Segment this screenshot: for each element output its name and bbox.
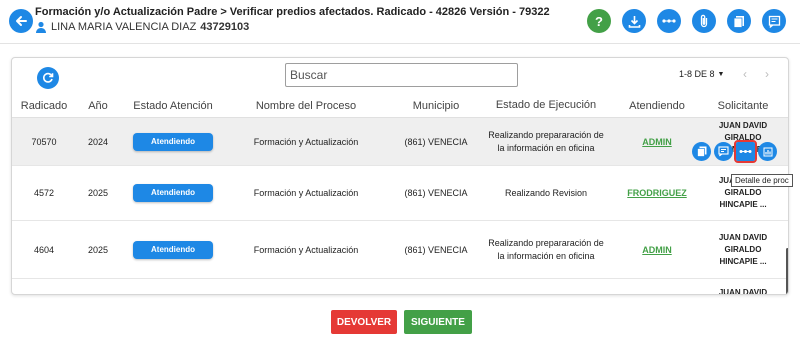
pagination-select[interactable]: 1-8 DE 8 ▼ <box>679 69 724 79</box>
more-button[interactable] <box>657 9 681 33</box>
col-header-solicitante[interactable]: Solicitante <box>708 100 778 112</box>
row-detail-button[interactable] <box>734 140 757 163</box>
cell-solicitante: JUAN DAVID <box>718 288 768 295</box>
document-icon <box>733 15 744 28</box>
breadcrumb-separator: > <box>220 6 227 18</box>
status-button[interactable]: Atendiendo <box>133 240 213 259</box>
cell-anio: 2024 <box>87 136 109 147</box>
col-header-estado-ejecucion[interactable]: Estado de Ejecución <box>486 99 606 112</box>
caret-down-icon: ▼ <box>717 70 725 78</box>
prev-page-button[interactable]: ‹ <box>743 67 747 81</box>
col-header-anio[interactable]: Año <box>76 100 120 112</box>
cell-municipio: (861) VENECIA <box>404 244 468 255</box>
download-icon <box>628 15 640 28</box>
help-icon: ? <box>595 13 603 29</box>
cell-estado: Atendiendo <box>120 184 226 202</box>
assignee-link[interactable]: FRODRIGUEZ <box>627 188 687 198</box>
resize-handle-icon[interactable]: ⋯⋯ <box>290 343 306 347</box>
next-page-button[interactable]: › <box>765 67 769 81</box>
table-row[interactable]: 4604 2025 Atendiendo Formación y Actuali… <box>12 221 788 279</box>
cell-municipio: (861) VENECIA <box>404 188 468 198</box>
row-detail-tooltip: Detalle de proc <box>731 174 793 187</box>
breadcrumb-parent: Formación y/o Actualización Padre <box>35 6 218 18</box>
pagination-label: 1-8 DE 8 <box>679 69 715 79</box>
search-input[interactable] <box>285 63 518 87</box>
col-header-nombre-proceso[interactable]: Nombre del Proceso <box>226 100 386 112</box>
documents-button[interactable] <box>727 9 751 33</box>
row-notes-button[interactable] <box>714 142 733 161</box>
help-button[interactable]: ? <box>587 9 611 33</box>
table-row[interactable]: 70570 2024 Atendiendo Formación y Actual… <box>12 118 788 166</box>
more-icon <box>662 19 676 23</box>
cell-radicado: 4604 <box>33 244 55 255</box>
col-header-estado-atencion[interactable]: Estado Atención <box>120 100 226 112</box>
vertical-scrollbar[interactable] <box>786 248 788 294</box>
notes-icon <box>768 15 780 28</box>
document-icon <box>696 146 706 157</box>
row-actions <box>692 140 777 163</box>
user-id: 43729103 <box>200 21 250 33</box>
row-stats-button[interactable] <box>758 142 777 161</box>
more-icon <box>739 150 752 153</box>
results-table: Radicado Año Estado Atención Nombre del … <box>12 94 788 295</box>
table-row[interactable]: JUAN DAVID <box>12 279 788 295</box>
header-bar: Formación y/o Actualización Padre > Verifi… <box>0 0 800 44</box>
user-name: LINA MARIA VALENCIA DIAZ <box>51 21 197 33</box>
cell-ejecucion: Realizando Revision <box>504 187 588 198</box>
assignee-link[interactable]: ADMIN <box>642 245 672 255</box>
status-button[interactable]: Atendiendo <box>133 184 213 202</box>
page-title: Formación y/o Actualización Padre > Verifi… <box>35 6 550 18</box>
results-card: 1-8 DE 8 ▼ ‹ › Radicado Año Estado Atenc… <box>11 57 789 295</box>
assignee-link[interactable]: ADMIN <box>642 137 672 147</box>
cell-anio: 2025 <box>87 244 109 255</box>
status-button[interactable]: Atendiendo <box>133 132 213 151</box>
notes-button[interactable] <box>762 9 786 33</box>
row-documents-button[interactable] <box>692 142 711 161</box>
siguiente-button[interactable]: SIGUIENTE <box>404 310 472 334</box>
toolbar: ? <box>587 9 786 33</box>
table-header: Radicado Año Estado Atención Nombre del … <box>12 94 788 118</box>
col-header-atendiendo[interactable]: Atendiendo <box>606 100 708 112</box>
notes-icon <box>718 146 729 157</box>
col-header-municipio[interactable]: Municipio <box>386 100 486 112</box>
breadcrumb-current: Verificar predios afectados. Radicado - … <box>229 6 550 18</box>
devolver-button[interactable]: DEVOLVER <box>331 310 397 334</box>
cell-radicado: 70570 <box>31 136 57 147</box>
cell-atendiendo: FRODRIGUEZ <box>606 188 708 198</box>
cell-estado: Atendiendo <box>120 132 226 151</box>
cell-radicado: 4572 <box>33 188 55 198</box>
user-icon <box>36 21 46 33</box>
cell-estado: Atendiendo <box>120 240 226 259</box>
download-button[interactable] <box>622 9 646 33</box>
attachment-icon <box>700 14 708 28</box>
cell-atendiendo: ADMIN <box>606 245 708 255</box>
table-row[interactable]: 4572 2025 Atendiendo Formación y Actuali… <box>12 166 788 221</box>
refresh-icon <box>43 72 54 83</box>
cell-ejecucion: Realizando prepararación de la informaci… <box>488 237 604 261</box>
cell-solicitante: JUAN DAVID GIRALDO HINCAPIE ... <box>718 232 768 266</box>
back-button[interactable] <box>9 9 33 33</box>
cell-ejecucion: Realizando prepararación de la informaci… <box>488 129 604 153</box>
user-info: LINA MARIA VALENCIA DIAZ 43729103 <box>35 21 249 33</box>
arrow-left-icon <box>16 16 27 26</box>
cell-proceso: Formación y Actualización <box>253 244 359 255</box>
col-header-radicado[interactable]: Radicado <box>12 100 76 112</box>
refresh-button[interactable] <box>37 67 59 89</box>
cell-anio: 2025 <box>87 188 109 198</box>
cell-proceso: Formación y Actualización <box>253 188 359 198</box>
cell-municipio: (861) VENECIA <box>404 136 468 147</box>
cell-proceso: Formación y Actualización <box>253 136 359 147</box>
attachment-button[interactable] <box>692 9 716 33</box>
bar-chart-icon <box>763 147 772 156</box>
